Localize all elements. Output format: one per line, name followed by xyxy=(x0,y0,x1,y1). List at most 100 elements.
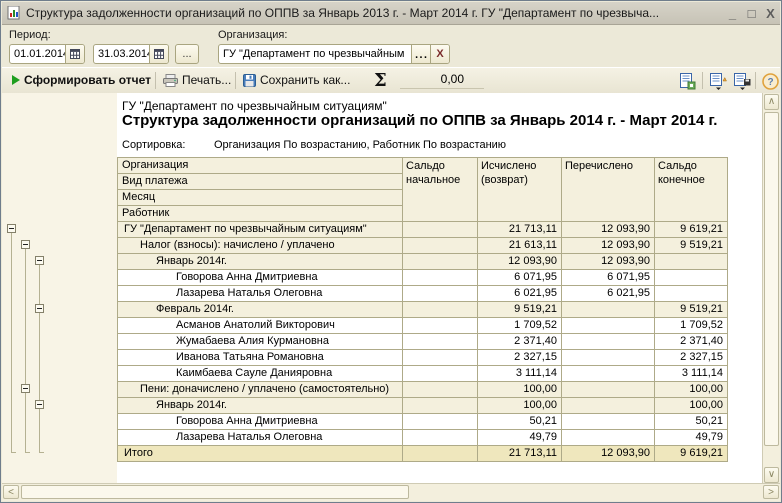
value-cell[interactable] xyxy=(562,350,655,366)
vertical-scrollbar[interactable]: ∧ ∨ xyxy=(762,93,780,484)
value-cell[interactable]: 21 713,11 xyxy=(478,446,562,462)
value-cell[interactable] xyxy=(403,382,478,398)
value-cell[interactable] xyxy=(562,334,655,350)
organization-field[interactable]: ГУ "Департамент по чрезвычайным ... X xyxy=(218,44,450,64)
row-label-cell[interactable]: Итого xyxy=(118,446,403,462)
tree-collapse-icon[interactable] xyxy=(7,224,16,233)
tree-collapse-icon[interactable] xyxy=(35,304,44,313)
value-cell[interactable] xyxy=(403,302,478,318)
sum-sigma-button[interactable]: Σ xyxy=(374,68,387,92)
value-cell[interactable] xyxy=(562,318,655,334)
value-cell[interactable]: 6 071,95 xyxy=(562,270,655,286)
value-cell[interactable]: 50,21 xyxy=(655,414,728,430)
organization-value[interactable]: ГУ "Департамент по чрезвычайным xyxy=(219,48,411,60)
value-cell[interactable]: 21 613,11 xyxy=(478,238,562,254)
period-more-button[interactable]: ... xyxy=(175,44,199,64)
value-cell[interactable] xyxy=(655,286,728,302)
row-label-cell[interactable]: Февраль 2014г. xyxy=(118,302,403,318)
header-organization[interactable]: Организация xyxy=(118,158,403,174)
date-from-input[interactable] xyxy=(10,48,65,60)
row-label-cell[interactable]: Январь 2014г. xyxy=(118,254,403,270)
value-cell[interactable]: 12 093,90 xyxy=(478,254,562,270)
value-cell[interactable] xyxy=(562,366,655,382)
value-cell[interactable]: 3 111,14 xyxy=(478,366,562,382)
date-from-field[interactable] xyxy=(9,44,85,64)
value-cell[interactable]: 6 071,95 xyxy=(478,270,562,286)
value-cell[interactable]: 49,79 xyxy=(478,430,562,446)
print-button[interactable]: Печать... xyxy=(163,68,231,92)
value-cell[interactable]: 12 093,90 xyxy=(562,254,655,270)
value-cell[interactable] xyxy=(403,286,478,302)
date-to-field[interactable] xyxy=(93,44,169,64)
value-cell[interactable] xyxy=(562,398,655,414)
close-icon[interactable]: X xyxy=(761,6,780,21)
sum-value-field[interactable]: 0,00 xyxy=(400,72,484,89)
value-cell[interactable]: 1 709,52 xyxy=(655,318,728,334)
value-cell[interactable] xyxy=(562,414,655,430)
row-label-cell[interactable]: Жумабаева Алия Курмановна xyxy=(118,334,403,350)
value-cell[interactable]: 49,79 xyxy=(655,430,728,446)
value-cell[interactable] xyxy=(562,430,655,446)
value-cell[interactable]: 9 619,21 xyxy=(655,222,728,238)
value-cell[interactable]: 2 327,15 xyxy=(478,350,562,366)
value-cell[interactable] xyxy=(403,254,478,270)
row-label-cell[interactable]: Пени: доначислено / уплачено (самостояте… xyxy=(118,382,403,398)
row-label-cell[interactable]: Лазарева Наталья Олеговна xyxy=(118,286,403,302)
value-cell[interactable]: 3 111,14 xyxy=(655,366,728,382)
value-cell[interactable] xyxy=(403,222,478,238)
row-label-cell[interactable]: ГУ "Департамент по чрезвычайным ситуация… xyxy=(118,222,403,238)
value-cell[interactable]: 9 519,21 xyxy=(655,238,728,254)
value-cell[interactable]: 100,00 xyxy=(478,398,562,414)
row-label-cell[interactable]: Говорова Анна Дмитриевна xyxy=(118,270,403,286)
value-cell[interactable]: 100,00 xyxy=(478,382,562,398)
value-cell[interactable] xyxy=(403,398,478,414)
value-cell[interactable]: 6 021,95 xyxy=(478,286,562,302)
maximize-icon[interactable]: □ xyxy=(742,6,761,21)
horizontal-scrollbar[interactable]: < > xyxy=(2,483,780,501)
vertical-scroll-thumb[interactable] xyxy=(764,112,779,446)
row-label-cell[interactable]: Налог (взносы): начислено / уплачено xyxy=(118,238,403,254)
value-cell[interactable]: 9 519,21 xyxy=(655,302,728,318)
calendar-icon[interactable] xyxy=(149,45,168,63)
tree-collapse-icon[interactable] xyxy=(21,240,30,249)
scroll-left-icon[interactable]: < xyxy=(3,485,19,499)
value-cell[interactable] xyxy=(562,382,655,398)
scroll-up-icon[interactable]: ∧ xyxy=(764,94,779,110)
row-label-cell[interactable]: Каимбаева Сауле Данияровна xyxy=(118,366,403,382)
value-cell[interactable]: 2 371,40 xyxy=(478,334,562,350)
restore-settings-button[interactable] xyxy=(707,71,729,91)
header-accrued[interactable]: Исчислено (возврат) xyxy=(478,158,562,222)
value-cell[interactable]: 12 093,90 xyxy=(562,446,655,462)
value-cell[interactable] xyxy=(655,270,728,286)
header-opening-balance[interactable]: Сальдо начальное xyxy=(403,158,478,222)
value-cell[interactable]: 50,21 xyxy=(478,414,562,430)
value-cell[interactable] xyxy=(403,446,478,462)
value-cell[interactable] xyxy=(403,350,478,366)
header-payment-type[interactable]: Вид платежа xyxy=(118,174,403,190)
value-cell[interactable]: 100,00 xyxy=(655,382,728,398)
value-cell[interactable] xyxy=(403,334,478,350)
header-employee[interactable]: Работник xyxy=(118,206,403,222)
value-cell[interactable]: 9 519,21 xyxy=(478,302,562,318)
value-cell[interactable] xyxy=(403,270,478,286)
value-cell[interactable]: 100,00 xyxy=(655,398,728,414)
value-cell[interactable] xyxy=(655,254,728,270)
row-label-cell[interactable]: Лазарева Наталья Олеговна xyxy=(118,430,403,446)
value-cell[interactable]: 12 093,90 xyxy=(562,238,655,254)
organization-clear-button[interactable]: X xyxy=(430,45,449,63)
date-to-input[interactable] xyxy=(94,48,149,60)
value-cell[interactable] xyxy=(403,238,478,254)
organization-more-button[interactable]: ... xyxy=(411,45,430,63)
horizontal-scroll-thumb[interactable] xyxy=(21,485,409,499)
value-cell[interactable] xyxy=(403,430,478,446)
value-cell[interactable]: 6 021,95 xyxy=(562,286,655,302)
value-cell[interactable]: 12 093,90 xyxy=(562,222,655,238)
value-cell[interactable] xyxy=(403,318,478,334)
value-cell[interactable]: 1 709,52 xyxy=(478,318,562,334)
value-cell[interactable] xyxy=(403,366,478,382)
header-transferred[interactable]: Перечислено xyxy=(562,158,655,222)
save-settings-button[interactable] xyxy=(731,71,753,91)
row-label-cell[interactable]: Январь 2014г. xyxy=(118,398,403,414)
tree-collapse-icon[interactable] xyxy=(35,256,44,265)
scroll-down-icon[interactable]: ∨ xyxy=(764,467,779,483)
